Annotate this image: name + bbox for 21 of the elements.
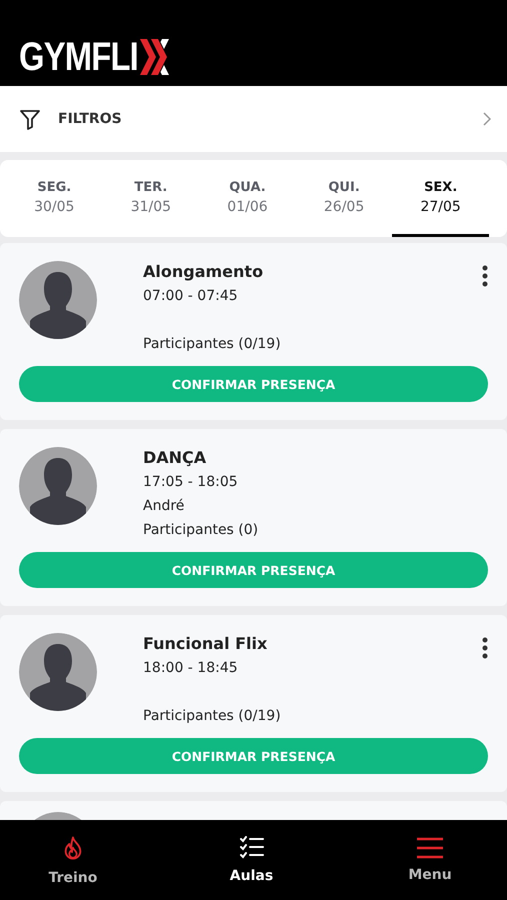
class-time: 17:05 - 18:05 [143, 473, 239, 492]
day-tab[interactable]: QUI. 26/05 [296, 160, 392, 237]
participants-count: Participantes (0/19) [143, 707, 282, 726]
participants-count: Participantes (0) [143, 521, 260, 540]
instructor-name: André [143, 497, 186, 516]
logo-text: GYMFLI [19, 38, 138, 76]
class-title: Funcional Flix [143, 633, 268, 655]
class-time: 07:00 - 07:45 [143, 287, 239, 306]
nav-tab[interactable]: Treino [36, 820, 110, 900]
day-tab[interactable]: SEX. 27/05 [392, 160, 489, 237]
class-title: Alongamento [143, 261, 264, 283]
filter-label: FILTROS [58, 111, 123, 127]
day-tab[interactable]: SEG. 30/05 [6, 160, 103, 237]
nav-tab[interactable]: Aulas [214, 820, 288, 900]
class-time: 18:00 - 18:45 [143, 659, 239, 678]
filter-row[interactable]: FILTROS [0, 86, 507, 152]
day-tab[interactable]: TER. 31/05 [102, 160, 200, 237]
class-title: DANÇA [143, 447, 208, 469]
day-tab[interactable]: QUA. 01/06 [199, 160, 296, 237]
nav-tab[interactable]: Menu [393, 820, 467, 900]
participants-count: Participantes (0/19) [143, 335, 282, 354]
